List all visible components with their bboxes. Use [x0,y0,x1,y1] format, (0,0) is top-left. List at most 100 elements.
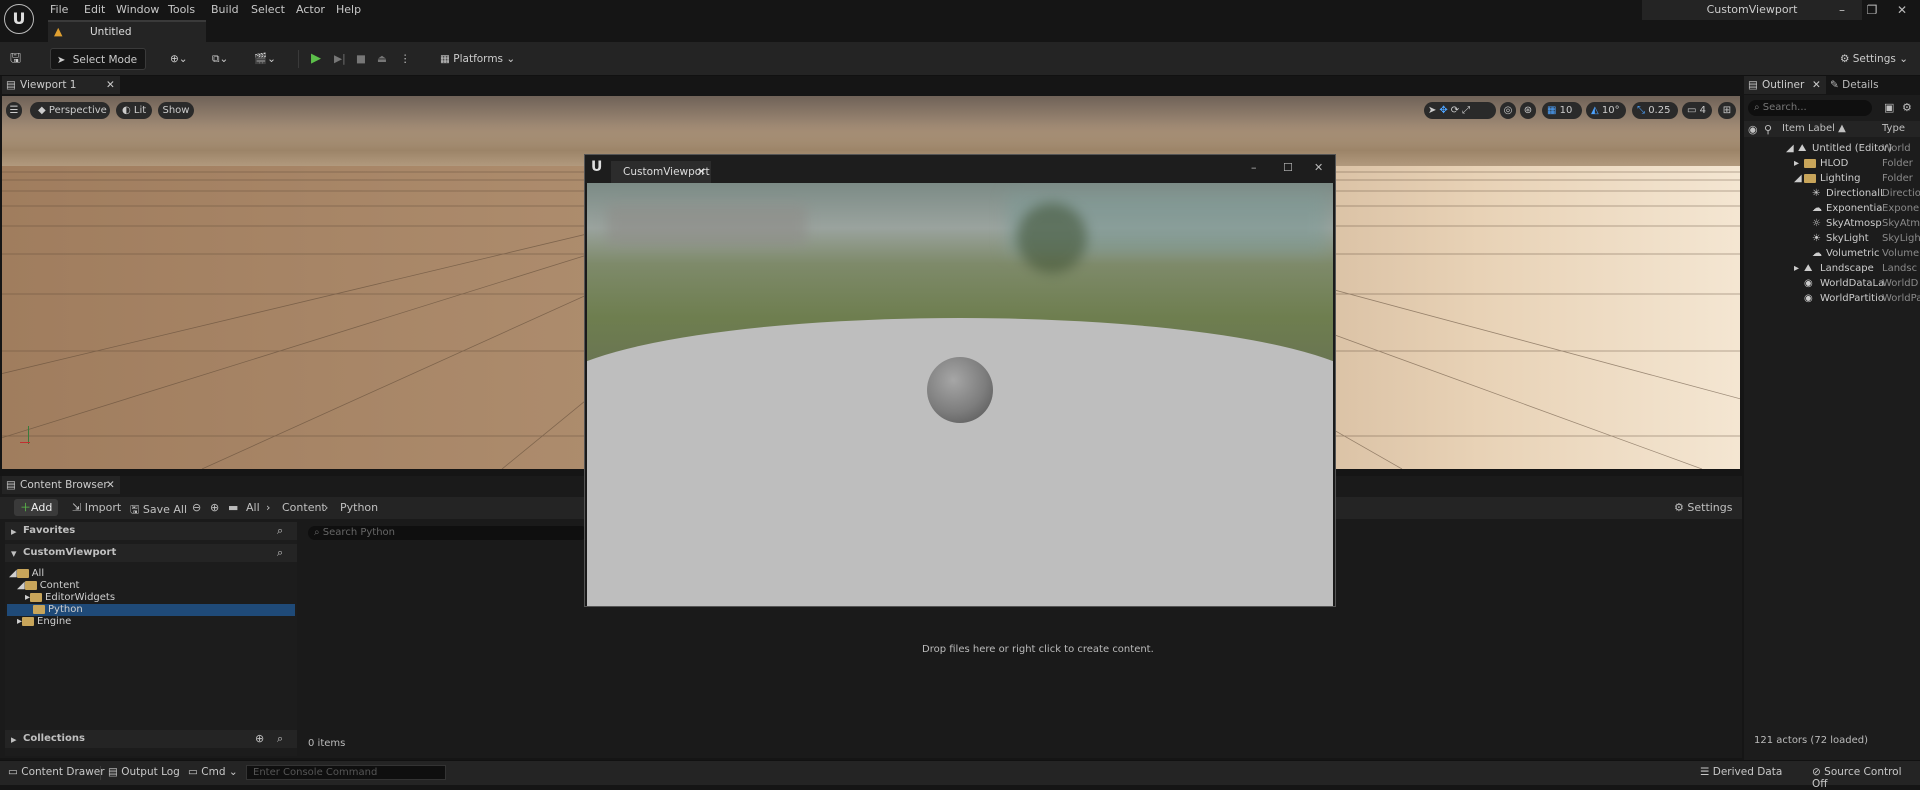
play-icon[interactable]: ▶ [311,48,327,70]
scale-snap-button[interactable]: ⤡ 0.25 [1632,102,1678,119]
save-all-button[interactable]: 🖫 Save All [130,501,187,516]
unreal-logo-icon[interactable]: U [4,4,34,34]
cmd-dropdown[interactable]: ▭ Cmd ⌄ [188,766,238,778]
menu-window[interactable]: Window [116,3,159,16]
platforms-button[interactable]: ▦ Platforms ⌄ [440,48,516,70]
outliner-row[interactable]: ▸ HLOD Folder [1744,156,1920,171]
asset-search-input[interactable]: ⌕ Search Python [308,526,588,540]
perspective-button[interactable]: ◆ Perspective [30,102,110,119]
tree-item-all[interactable]: ◢ All [9,568,44,580]
breadcrumb-all[interactable]: All [246,501,260,514]
tree-item-engine[interactable]: ▸ Engine [17,616,71,628]
document-tab-untitled[interactable]: ▲ Untitled [48,20,206,42]
breadcrumb-content[interactable]: Content [282,501,326,514]
pin-icon[interactable]: ⚲ [1764,123,1772,136]
close-tab-icon[interactable]: ✕ [1812,76,1821,94]
surface-snap-icon[interactable]: ⊛ [1520,102,1536,119]
add-collection-icon[interactable]: ⊕ [255,732,264,745]
custom-viewport-window[interactable]: U CustomViewport ✕ – ☐ ✕ [584,154,1336,607]
stop-icon[interactable]: ■ [356,48,370,70]
save-icon[interactable]: 🖫 [10,48,30,70]
minimize-icon[interactable]: – [1827,0,1857,20]
search-icon[interactable]: ⌕ [277,732,283,746]
layout-icon[interactable]: ⊞ [1718,102,1736,119]
menu-tools[interactable]: Tools [168,3,195,16]
restore-icon[interactable]: ❐ [1857,0,1887,20]
outliner-row[interactable]: ◢ ⛰ Untitled (Editor) World [1744,141,1920,156]
outliner-row[interactable]: ☁ExponentiaExponen [1744,201,1920,216]
gear-icon[interactable]: ⚙ [1902,101,1912,114]
custom-viewport-tab[interactable]: CustomViewport ✕ [611,161,711,183]
tab-details[interactable]: ✎ Details [1830,76,1890,94]
outliner-row[interactable]: ☀ SkyLight SkyLigh [1744,231,1920,246]
world-local-icon[interactable]: ◎ [1500,102,1516,119]
cb-settings-button[interactable]: ⚙ Settings [1674,501,1733,514]
select-icon[interactable]: ➤ [1428,105,1439,116]
collections-header[interactable]: ▸ Collections ⊕ ⌕ [5,730,297,748]
output-log-button[interactable]: ▤ Output Log [108,766,180,778]
blueprint-icon[interactable]: ⧉⌄ [212,48,242,70]
outliner-row[interactable]: ◉ WorldDataLa WorldD [1744,276,1920,291]
search-icon[interactable]: ⌕ [277,546,283,560]
close-tab-icon[interactable]: ✕ [106,76,115,94]
rotation-snap-button[interactable]: ◭ 10° [1586,102,1626,119]
tree-item-python[interactable]: Python [7,604,295,616]
tab-outliner[interactable]: ▤ Outliner ✕ [1744,76,1826,94]
outliner-search[interactable]: ⌕ Search... [1748,100,1872,116]
grid-snap-button[interactable]: ▦ 10 [1542,102,1582,119]
import-button[interactable]: ⇲ Import [72,501,121,515]
menu-build[interactable]: Build [211,3,239,16]
menu-file[interactable]: File [50,3,68,16]
scale-icon[interactable]: ⤢ [1462,105,1473,116]
tab-content-browser[interactable]: ▤ Content Browser ✕ [2,476,120,494]
tab-viewport-1[interactable]: ▤ Viewport 1 ✕ [2,76,120,94]
source-control-button[interactable]: ⊘ Source Control Off [1812,766,1920,790]
custom-viewport-titlebar[interactable]: U CustomViewport ✕ – ☐ ✕ [585,155,1335,183]
add-actor-icon[interactable]: ⊕⌄ [170,48,198,70]
outliner-row[interactable]: ☁ Volumetric Volume [1744,246,1920,261]
outliner-row[interactable]: ▸ ⛰ Landscape Landsc [1744,261,1920,276]
menu-help[interactable]: Help [336,3,361,16]
menu-edit[interactable]: Edit [84,3,105,16]
breadcrumb-python[interactable]: Python [340,501,378,514]
step-icon[interactable]: ▶| [334,48,350,70]
translate-icon[interactable]: ✥ [1439,105,1450,116]
column-item-label[interactable]: Item Label ▲ [1782,123,1846,134]
derived-data-button[interactable]: ☰ Derived Data [1700,766,1782,778]
select-mode-button[interactable]: ➤ Select Mode ⌄ [50,48,146,89]
transform-tools[interactable]: ➤✥⟳⤢ [1424,102,1496,119]
back-icon[interactable]: ⊖ [192,501,201,514]
close-tab-icon[interactable]: ✕ [697,161,706,183]
more-vertical-icon[interactable]: ⋮ [400,48,411,70]
outliner-row[interactable]: ☼ SkyAtmosp SkyAtm [1744,216,1920,231]
eject-icon[interactable]: ⏏ [377,48,391,70]
forward-icon[interactable]: ⊕ [210,501,219,514]
content-drawer-button[interactable]: ▭ Content Drawer [8,766,105,778]
outliner-row[interactable]: ◢ Lighting Folder [1744,171,1920,186]
search-icon[interactable]: ⌕ [277,524,283,538]
cinematics-icon[interactable]: 🎬⌄ [254,48,284,70]
lit-button[interactable]: ◐ Lit [116,102,152,119]
settings-button[interactable]: ⚙ Settings ⌄ [1840,48,1914,70]
close-icon[interactable]: ✕ [1314,161,1323,174]
menu-actor[interactable]: Actor [296,3,325,16]
add-button[interactable]: ＋Add [14,499,58,516]
tree-item-editorwidgets[interactable]: ▸ EditorWidgets [25,592,115,604]
outliner-row[interactable]: ◉ WorldPartitio WorldPa [1744,291,1920,306]
add-folder-icon[interactable]: ▣ [1884,101,1894,114]
column-type[interactable]: Type [1882,123,1905,134]
menu-select[interactable]: Select [251,3,285,16]
show-button[interactable]: Show [158,102,194,119]
close-tab-icon[interactable]: ✕ [106,476,115,494]
favorites-header[interactable]: ▸ Favorites ⌕ [5,522,297,540]
maximize-icon[interactable]: ☐ [1283,161,1293,174]
camera-speed-button[interactable]: ▭ 4 [1682,102,1712,119]
custom-viewport-render[interactable] [587,183,1333,606]
console-command-input[interactable]: Enter Console Command [246,765,446,780]
minimize-icon[interactable]: – [1251,161,1257,174]
tree-item-content[interactable]: ◢ Content [17,580,79,592]
outliner-row[interactable]: ✳ DirectionalL Directio [1744,186,1920,201]
project-header[interactable]: ▾ CustomViewport ⌕ [5,544,297,562]
close-icon[interactable]: ✕ [1887,0,1917,20]
visibility-icon[interactable]: ◉ [1748,123,1758,136]
